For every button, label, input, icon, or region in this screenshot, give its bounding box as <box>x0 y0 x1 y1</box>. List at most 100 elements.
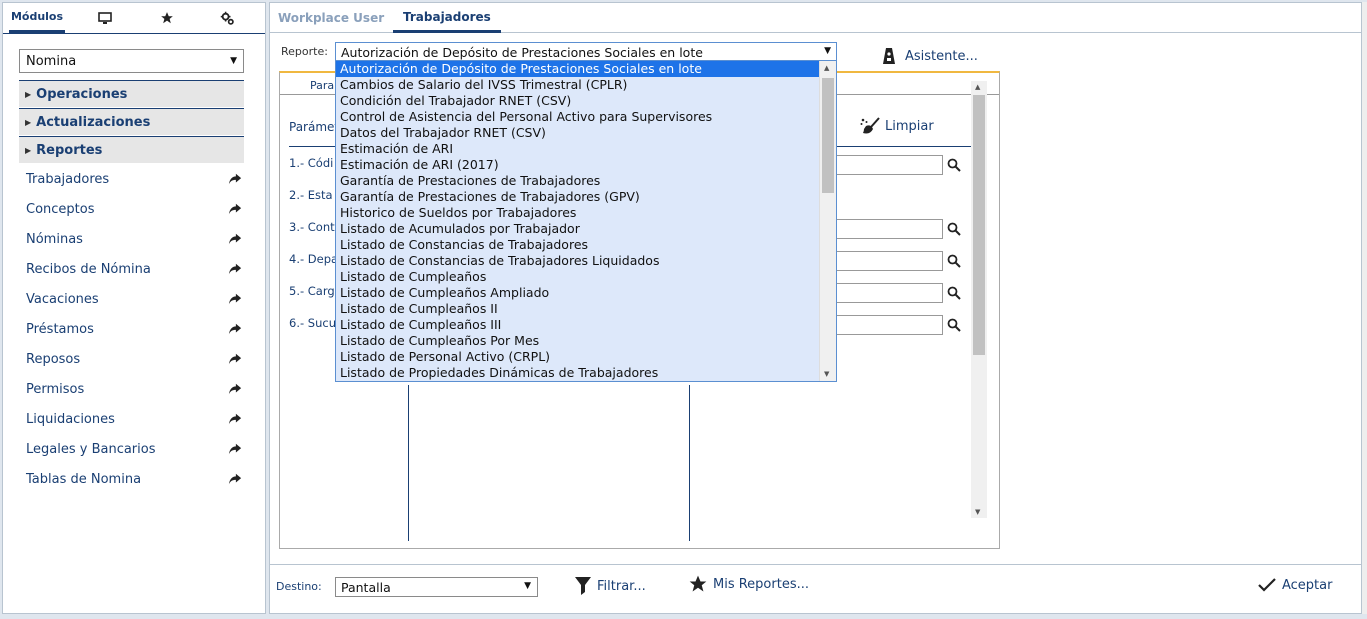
menu-item[interactable]: Liquidaciones <box>19 404 244 434</box>
menu-item[interactable]: Permisos <box>19 374 244 404</box>
menu-item[interactable]: Trabajadores <box>19 164 244 194</box>
dropdown-option[interactable]: Listado de Cumpleaños Ampliado <box>336 285 820 301</box>
menu-item-label: Vacaciones <box>26 291 99 307</box>
dropdown-option[interactable]: Control de Asistencia del Personal Activ… <box>336 109 820 125</box>
menu-item-label: Conceptos <box>26 201 95 217</box>
broom-icon <box>860 117 880 134</box>
share-arrow-icon <box>228 263 242 275</box>
parameter-input[interactable] <box>835 283 943 303</box>
menu-item[interactable]: Nóminas <box>19 224 244 254</box>
dropdown-option[interactable]: Estimación de ARI <box>336 141 820 157</box>
destino-label: Destino: <box>276 580 322 593</box>
section-actualizaciones[interactable]: ▶ Actualizaciones <box>19 108 244 135</box>
check-icon <box>1258 578 1276 592</box>
scroll-up-icon[interactable]: ▲ <box>975 83 980 91</box>
dropdown-option[interactable]: Listado de Propiedades Dinámicas de Trab… <box>336 365 820 381</box>
parameter-input[interactable] <box>835 155 943 175</box>
gears-icon <box>220 11 234 25</box>
caret-right-icon: ▶ <box>25 145 32 155</box>
wizard-icon <box>883 48 895 64</box>
dropdown-option[interactable]: Datos del Trabajador RNET (CSV) <box>336 125 820 141</box>
menu-item[interactable]: Legales y Bancarios <box>19 434 244 464</box>
dropdown-option[interactable]: Listado de Cumpleaños II <box>336 301 820 317</box>
dropdown-option[interactable]: Listado de Acumulados por Trabajador <box>336 221 820 237</box>
dropdown-option[interactable]: Listado de Constancias de Trabajadores L… <box>336 253 820 269</box>
menu-item[interactable]: Tablas de Nomina <box>19 464 244 494</box>
tab-trabajadores[interactable]: Trabajadores <box>393 3 501 33</box>
star-icon <box>689 575 707 592</box>
right-tab-bar: Workplace User Trabajadores <box>270 3 1361 33</box>
tab-config[interactable] <box>213 3 241 33</box>
dropdown-option[interactable]: Listado de Cumpleaños Por Mes <box>336 333 820 349</box>
parameter-label: 4.- Depa <box>289 252 339 266</box>
search-icon[interactable] <box>947 158 961 172</box>
search-icon[interactable] <box>947 318 961 332</box>
filtrar-button[interactable]: Filtrar... <box>574 576 646 596</box>
left-tab-bar: Módulos <box>3 3 265 34</box>
dropdown-option[interactable]: Autorización de Depósito de Prestaciones… <box>336 61 820 77</box>
dropdown-option[interactable]: Listado de Personal Activo (CRPL) <box>336 349 820 365</box>
dropdown-option[interactable]: Condición del Trabajador RNET (CSV) <box>336 93 820 109</box>
mis-reportes-label: Mis Reportes... <box>713 576 809 592</box>
menu-item-label: Liquidaciones <box>26 411 115 427</box>
search-icon[interactable] <box>947 222 961 236</box>
section-operaciones[interactable]: ▶ Operaciones <box>19 80 244 107</box>
tab-monitor[interactable] <box>91 3 119 33</box>
parameter-label: 5.- Carg <box>289 284 335 298</box>
scroll-up-icon[interactable]: ▲ <box>824 64 829 72</box>
dropdown-option[interactable]: Estimación de ARI (2017) <box>336 157 820 173</box>
reporte-select-value: Autorización de Depósito de Prestaciones… <box>341 44 703 60</box>
asistente-button[interactable]: Asistente... <box>882 47 978 65</box>
scrollbar-thumb[interactable] <box>973 95 985 355</box>
parameter-label: 1.- Códi <box>289 156 334 170</box>
reporte-select[interactable]: Autorización de Depósito de Prestaciones… <box>335 42 837 62</box>
section-label: Reportes <box>36 142 103 158</box>
reporte-dropdown-list[interactable]: Autorización de Depósito de Prestaciones… <box>335 60 837 382</box>
window-scrollbar[interactable] <box>1362 2 1367 614</box>
menu-item-label: Tablas de Nomina <box>26 471 142 487</box>
search-icon[interactable] <box>947 286 961 300</box>
scroll-down-icon[interactable]: ▼ <box>975 508 980 516</box>
scroll-down-icon[interactable]: ▼ <box>824 370 829 378</box>
limpiar-button[interactable]: Limpiar <box>860 117 934 135</box>
scrollbar-thumb[interactable] <box>822 78 834 193</box>
dropdown-scrollbar[interactable]: ▲ ▼ <box>819 61 836 381</box>
parameter-input[interactable] <box>835 219 943 239</box>
chevron-down-icon: ▼ <box>524 581 531 591</box>
dropdown-option[interactable]: Cambios de Salario del IVSS Trimestral (… <box>336 77 820 93</box>
parameter-input[interactable] <box>835 251 943 271</box>
dropdown-option[interactable]: Listado de Constancias de Trabajadores <box>336 237 820 253</box>
menu-item-label: Trabajadores <box>26 171 110 187</box>
mis-reportes-button[interactable]: Mis Reportes... <box>688 574 809 594</box>
module-select[interactable]: Nomina ▼ <box>19 49 244 73</box>
dropdown-option[interactable]: Listado de Cumpleaños III <box>336 317 820 333</box>
menu-item[interactable]: Préstamos <box>19 314 244 344</box>
search-icon[interactable] <box>947 254 961 268</box>
tab-workplace-user[interactable]: Workplace User <box>278 3 384 33</box>
tab-favoritos[interactable] <box>153 3 181 33</box>
dropdown-option[interactable]: Garantía de Prestaciones de Trabajadores <box>336 173 820 189</box>
menu-item[interactable]: Reposos <box>19 344 244 374</box>
aceptar-label: Aceptar <box>1282 577 1333 593</box>
menu-item[interactable]: Recibos de Nómina <box>19 254 244 284</box>
asistente-label: Asistente... <box>905 48 978 64</box>
parameters-scrollbar[interactable]: ▲ ▼ <box>971 81 987 518</box>
dropdown-option[interactable]: Garantía de Prestaciones de Trabajadores… <box>336 189 820 205</box>
parameter-input[interactable] <box>835 315 943 335</box>
monitor-icon <box>98 11 112 24</box>
aceptar-button[interactable]: Aceptar <box>1257 577 1332 593</box>
caret-right-icon: ▶ <box>25 117 32 127</box>
chevron-down-icon: ▼ <box>824 46 831 56</box>
share-arrow-icon <box>228 173 242 185</box>
menu-item[interactable]: Conceptos <box>19 194 244 224</box>
tab-modulos[interactable]: Módulos <box>9 3 65 33</box>
destino-select[interactable]: Pantalla ▼ <box>335 577 538 597</box>
limpiar-label: Limpiar <box>885 118 934 134</box>
parameter-label: 2.- Esta <box>289 188 333 202</box>
section-reportes[interactable]: ▶ Reportes <box>19 136 244 163</box>
menu-item[interactable]: Vacaciones <box>19 284 244 314</box>
parameter-label: 6.- Sucu <box>289 316 336 330</box>
dropdown-option[interactable]: Listado de Cumpleaños <box>336 269 820 285</box>
tab-parametros[interactable]: Para <box>310 79 334 92</box>
dropdown-option[interactable]: Historico de Sueldos por Trabajadores <box>336 205 820 221</box>
